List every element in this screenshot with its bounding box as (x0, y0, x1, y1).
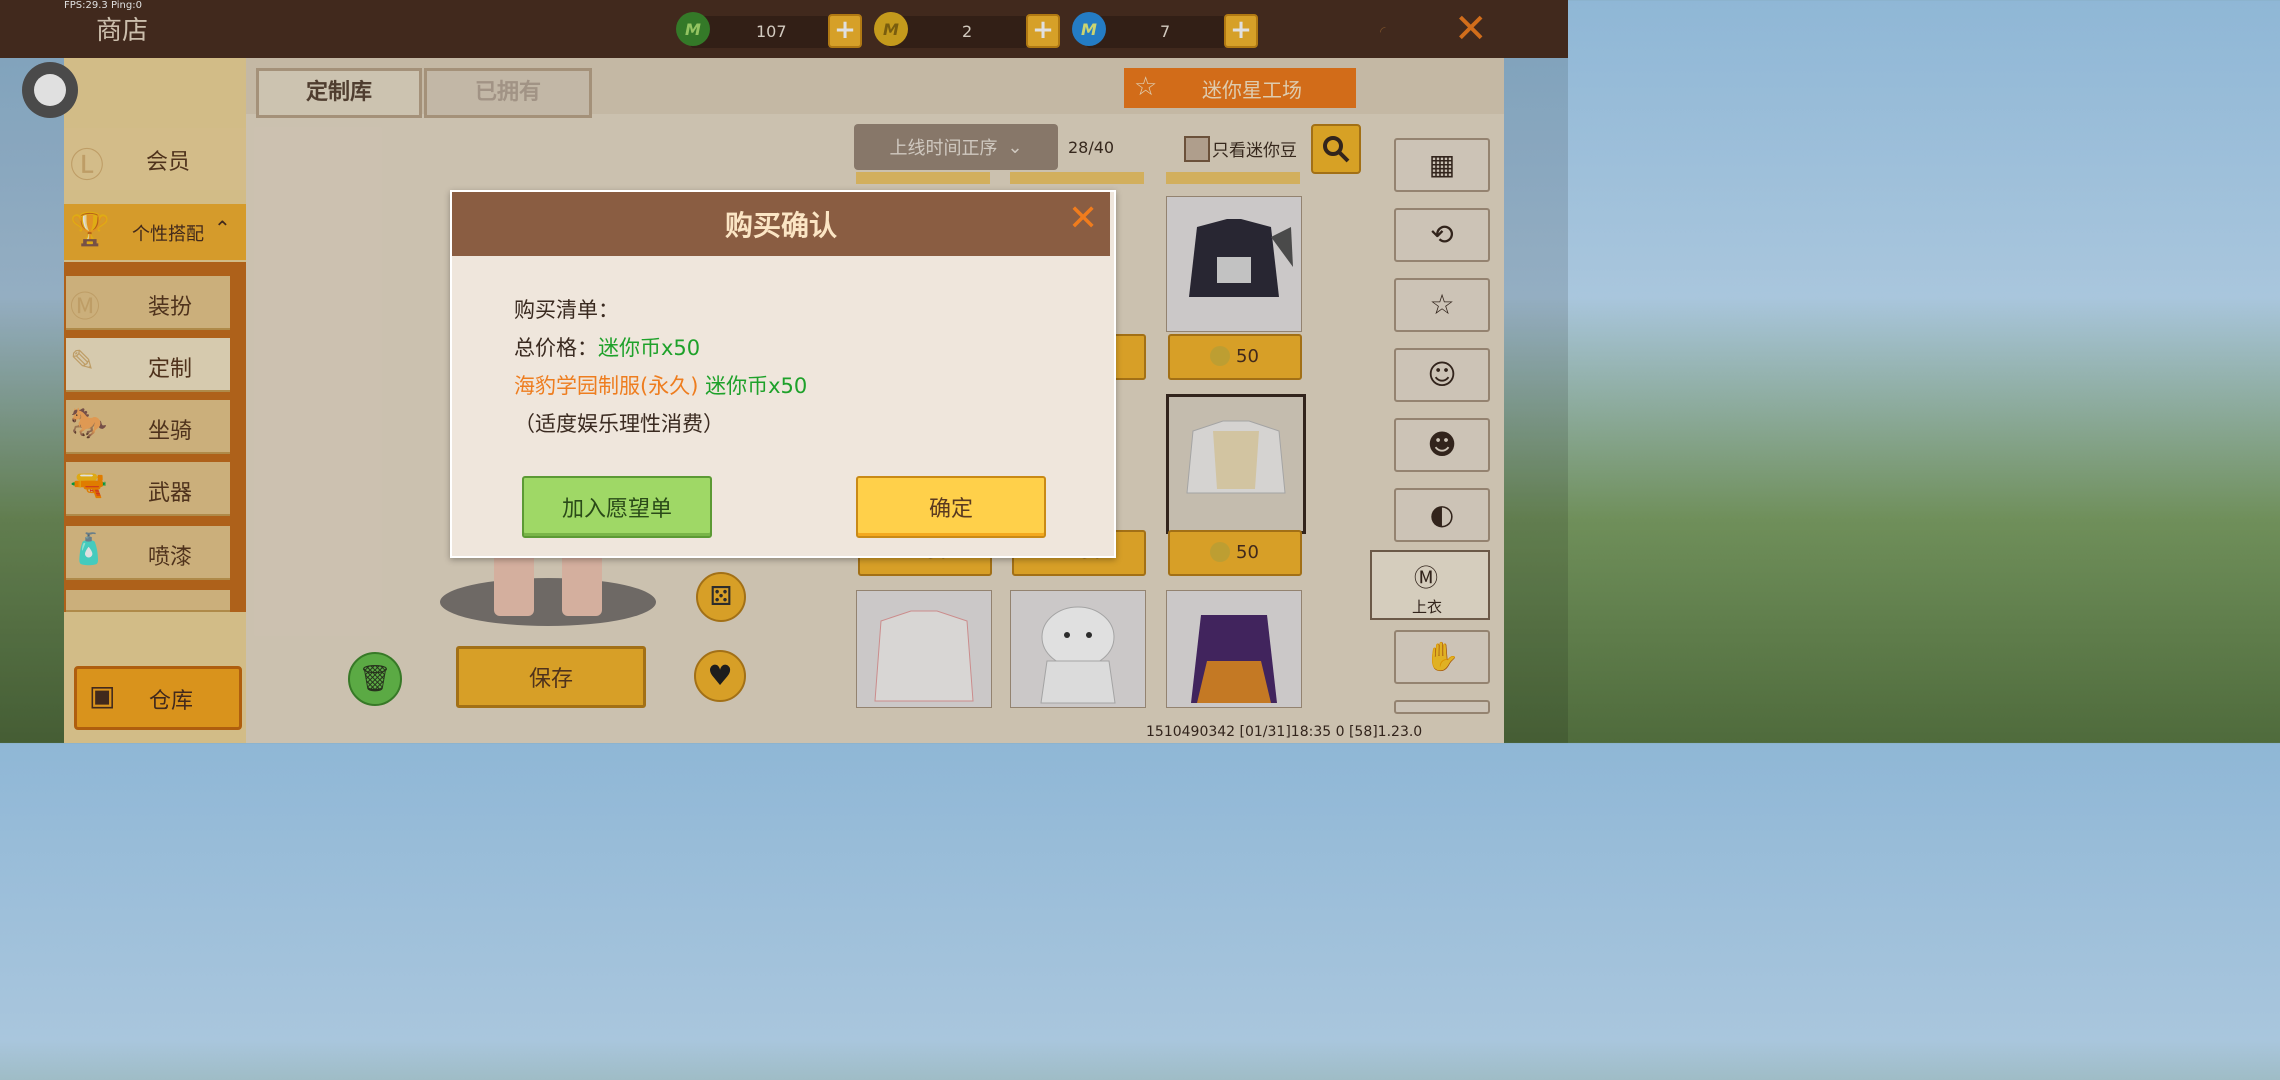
consumption-note: （适度娱乐理性消费） (514, 412, 724, 436)
item-name: 海豹学园制服(永久) (514, 374, 699, 398)
confirm-button[interactable]: 确定 (856, 476, 1046, 538)
purchase-item-line: 海豹学园制服(永久) 迷你币x50 (514, 370, 807, 400)
item-price: 迷你币x50 (705, 374, 808, 398)
total-price-label: 总价格： (514, 336, 598, 360)
total-price-line: 总价格：迷你币x50 (514, 332, 700, 362)
purchase-list-label: 购买清单： (514, 298, 619, 322)
dialog-title: 购买确认 (724, 209, 837, 242)
total-price-value: 迷你币x50 (598, 336, 701, 360)
close-dialog-button[interactable]: ✕ (1068, 198, 1098, 239)
add-to-wishlist-button[interactable]: 加入愿望单 (522, 476, 712, 538)
